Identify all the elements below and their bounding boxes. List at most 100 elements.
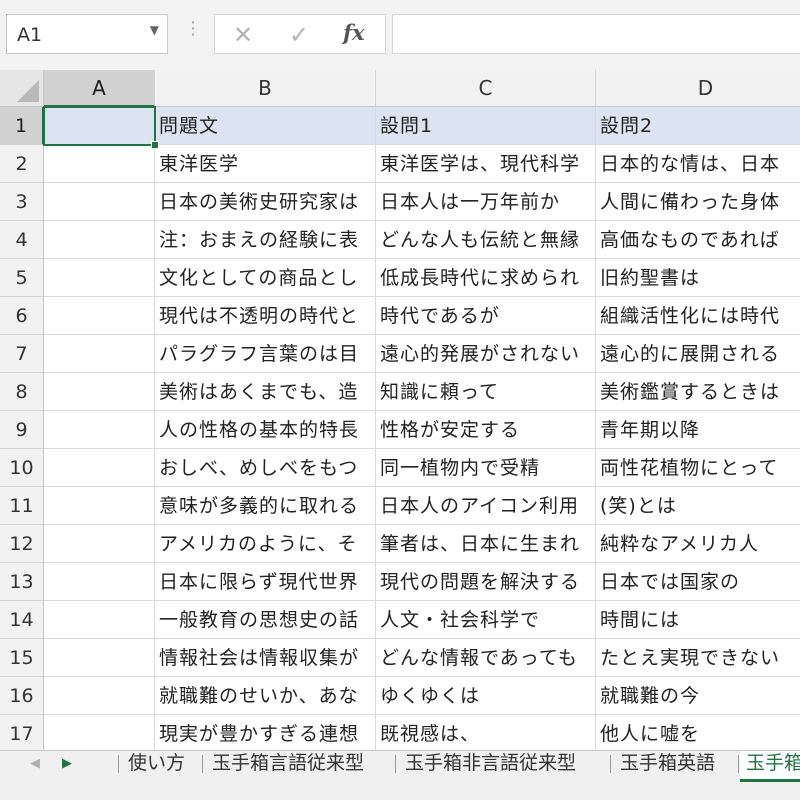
cell-a8[interactable]: [44, 373, 155, 411]
tab-scroll-left-icon[interactable]: ◀: [30, 756, 40, 771]
cell-c2[interactable]: 東洋医学は、現代科学: [376, 145, 596, 183]
cell-b13[interactable]: 日本に限らず現代世界: [155, 563, 376, 601]
cell-c17[interactable]: 既視感は、: [376, 715, 596, 750]
select-all-button[interactable]: [0, 70, 44, 107]
row-header-4[interactable]: 4: [0, 221, 44, 259]
name-box[interactable]: A1 ▼: [6, 14, 168, 54]
cell-d4[interactable]: 高価なものであれば: [596, 221, 800, 259]
cell-d1[interactable]: 設問2: [596, 107, 800, 145]
row-header-6[interactable]: 6: [0, 297, 44, 335]
cell-c15[interactable]: どんな情報であっても: [376, 639, 596, 677]
cell-c10[interactable]: 同一植物内で受精: [376, 449, 596, 487]
row-header-3[interactable]: 3: [0, 183, 44, 221]
cell-d2[interactable]: 日本的な情は、日本: [596, 145, 800, 183]
cell-a2[interactable]: [44, 145, 155, 183]
sheet-tab-1[interactable]: 使い方: [128, 751, 185, 779]
cell-a12[interactable]: [44, 525, 155, 563]
cell-d17[interactable]: 他人に嘘を: [596, 715, 800, 750]
cancel-icon[interactable]: ✕: [233, 21, 253, 49]
column-header-c[interactable]: C: [376, 70, 596, 107]
cell-a16[interactable]: [44, 677, 155, 715]
cell-d8[interactable]: 美術鑑賞するときは: [596, 373, 800, 411]
row-header-7[interactable]: 7: [0, 335, 44, 373]
cell-b5[interactable]: 文化としての商品とし: [155, 259, 376, 297]
cell-d3[interactable]: 人間に備わった身体: [596, 183, 800, 221]
confirm-icon[interactable]: ✓: [289, 21, 309, 49]
cell-a3[interactable]: [44, 183, 155, 221]
cell-c13[interactable]: 現代の問題を解決する: [376, 563, 596, 601]
cell-b6[interactable]: 現代は不透明の時代と: [155, 297, 376, 335]
cell-a14[interactable]: [44, 601, 155, 639]
cell-c5[interactable]: 低成長時代に求められ: [376, 259, 596, 297]
cell-c14[interactable]: 人文・社会科学で: [376, 601, 596, 639]
cell-c9[interactable]: 性格が安定する: [376, 411, 596, 449]
row-header-14[interactable]: 14: [0, 601, 44, 639]
cell-c3[interactable]: 日本人は一万年前か: [376, 183, 596, 221]
cell-c4[interactable]: どんな人も伝統と無縁: [376, 221, 596, 259]
cell-d16[interactable]: 就職難の今: [596, 677, 800, 715]
cell-c12[interactable]: 筆者は、日本に生まれ: [376, 525, 596, 563]
cell-c7[interactable]: 遠心的発展がされない: [376, 335, 596, 373]
row-header-2[interactable]: 2: [0, 145, 44, 183]
sheet-tab-2[interactable]: 玉手箱言語従来型: [212, 751, 364, 779]
row-header-15[interactable]: 15: [0, 639, 44, 677]
cell-c8[interactable]: 知識に頼って: [376, 373, 596, 411]
cell-b12[interactable]: アメリカのように、そ: [155, 525, 376, 563]
cell-a5[interactable]: [44, 259, 155, 297]
sheet-tab-3[interactable]: 玉手箱非言語従来型: [405, 751, 576, 779]
cell-d7[interactable]: 遠心的に展開される: [596, 335, 800, 373]
cell-b4[interactable]: 注：おまえの経験に表: [155, 221, 376, 259]
more-options-icon[interactable]: ⋮: [184, 20, 202, 38]
cell-d10[interactable]: 両性花植物にとって: [596, 449, 800, 487]
cell-b1[interactable]: 問題文: [155, 107, 376, 145]
cell-d11[interactable]: (笑)とは: [596, 487, 800, 525]
cell-d9[interactable]: 青年期以降: [596, 411, 800, 449]
cell-d12[interactable]: 純粋なアメリカ人: [596, 525, 800, 563]
cell-c11[interactable]: 日本人のアイコン利用: [376, 487, 596, 525]
row-header-9[interactable]: 9: [0, 411, 44, 449]
cell-b17[interactable]: 現実が豊かすぎる連想: [155, 715, 376, 750]
cell-b7[interactable]: パラグラフ言葉のは目: [155, 335, 376, 373]
cell-a10[interactable]: [44, 449, 155, 487]
cell-b16[interactable]: 就職難のせいか、あな: [155, 677, 376, 715]
cell-a11[interactable]: [44, 487, 155, 525]
chevron-down-icon[interactable]: ▼: [150, 23, 159, 37]
sheet-tab-5[interactable]: 玉手箱: [740, 751, 800, 782]
cell-b2[interactable]: 東洋医学: [155, 145, 376, 183]
cell-c16[interactable]: ゆくゆくは: [376, 677, 596, 715]
cell-c1[interactable]: 設問1: [376, 107, 596, 145]
cell-a13[interactable]: [44, 563, 155, 601]
cell-c6[interactable]: 時代であるが: [376, 297, 596, 335]
cell-d15[interactable]: たとえ実現できない: [596, 639, 800, 677]
cell-a9[interactable]: [44, 411, 155, 449]
insert-function-icon[interactable]: fx: [343, 20, 365, 45]
formula-input[interactable]: [392, 14, 800, 54]
row-header-16[interactable]: 16: [0, 677, 44, 715]
cell-b10[interactable]: おしべ、めしべをもつ: [155, 449, 376, 487]
row-header-5[interactable]: 5: [0, 259, 44, 297]
column-header-d[interactable]: D: [596, 70, 800, 107]
row-header-8[interactable]: 8: [0, 373, 44, 411]
row-header-13[interactable]: 13: [0, 563, 44, 601]
row-header-1[interactable]: 1: [0, 107, 44, 145]
cell-d5[interactable]: 旧約聖書は: [596, 259, 800, 297]
cell-a17[interactable]: [44, 715, 155, 750]
tab-scroll-right-icon[interactable]: ▶: [62, 756, 72, 771]
cell-d14[interactable]: 時間には: [596, 601, 800, 639]
sheet-tab-4[interactable]: 玉手箱英語: [620, 751, 715, 779]
column-header-b[interactable]: B: [155, 70, 376, 107]
cell-a15[interactable]: [44, 639, 155, 677]
cell-d13[interactable]: 日本では国家の: [596, 563, 800, 601]
row-header-12[interactable]: 12: [0, 525, 44, 563]
column-header-a[interactable]: A: [44, 70, 155, 107]
row-header-17[interactable]: 17: [0, 715, 44, 750]
cell-b11[interactable]: 意味が多義的に取れる: [155, 487, 376, 525]
cell-a7[interactable]: [44, 335, 155, 373]
cell-b9[interactable]: 人の性格の基本的特長: [155, 411, 376, 449]
cell-a6[interactable]: [44, 297, 155, 335]
row-header-10[interactable]: 10: [0, 449, 44, 487]
cell-b14[interactable]: 一般教育の思想史の話: [155, 601, 376, 639]
cell-b8[interactable]: 美術はあくまでも、造: [155, 373, 376, 411]
cell-b15[interactable]: 情報社会は情報収集が: [155, 639, 376, 677]
cell-a4[interactable]: [44, 221, 155, 259]
